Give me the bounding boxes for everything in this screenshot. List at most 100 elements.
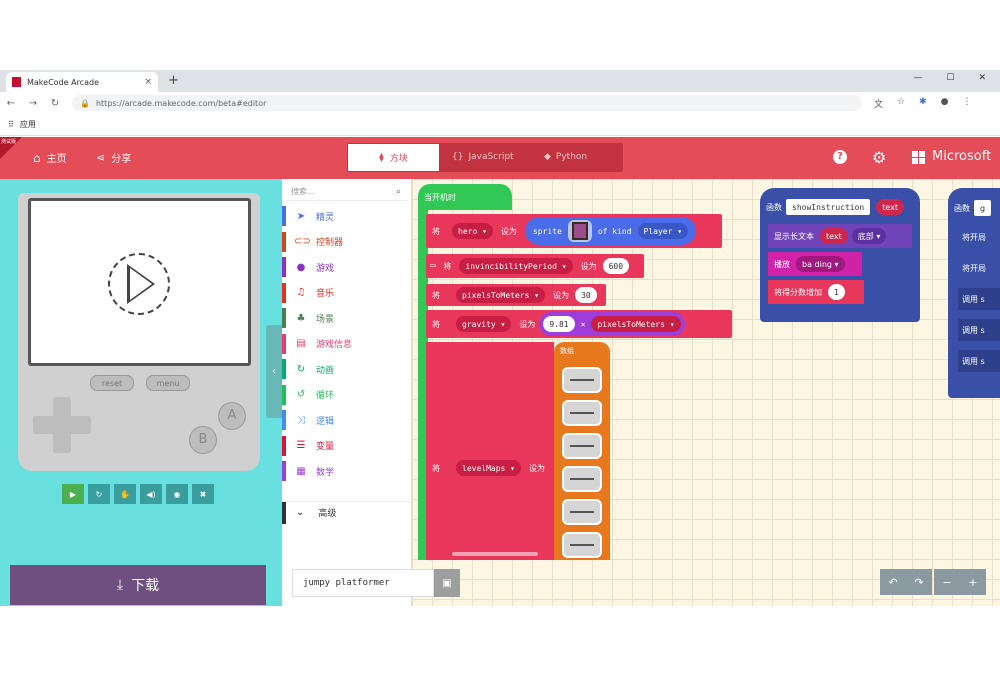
- function-second-line[interactable]: 调用 s: [958, 319, 1000, 341]
- mute-icon[interactable]: ◀): [140, 484, 162, 504]
- a-button[interactable]: A: [218, 402, 246, 430]
- play-icon[interactable]: ▶: [62, 484, 84, 504]
- multiply-block[interactable]: 9.81 × pixelsToMeters ▾: [539, 312, 685, 336]
- function-second-line[interactable]: 将开局: [958, 257, 1000, 279]
- blocks-mode-tab[interactable]: ⧫ 方块: [348, 144, 439, 171]
- reload-icon[interactable]: ↻: [44, 98, 66, 109]
- help-icon[interactable]: ?: [833, 150, 847, 164]
- toolbox-category-4[interactable]: ♣ 场景: [282, 308, 410, 328]
- show-long-text-block[interactable]: 显示长文本 text 底部 ▾: [768, 224, 912, 248]
- toolbox-category-2[interactable]: ● 游戏: [282, 257, 410, 277]
- toolbox-category-10[interactable]: ▦ 数学: [282, 461, 410, 481]
- on-start-block[interactable]: 当开机时: [418, 184, 512, 210]
- extension-icon[interactable]: ✱: [919, 97, 927, 110]
- python-mode-tab[interactable]: ◆ Python: [544, 152, 587, 162]
- comment-icon[interactable]: ▭: [430, 261, 435, 271]
- set-invincibility-block[interactable]: ▭ 将 invincibilityPeriod ▾ 设为 600: [426, 254, 644, 278]
- kind-dropdown[interactable]: Player ▾: [637, 223, 689, 239]
- tilemap-thumbnail-icon[interactable]: [562, 532, 602, 558]
- new-tab-button[interactable]: +: [168, 73, 179, 88]
- save-icon[interactable]: ▣: [434, 569, 460, 597]
- set-gravity-block[interactable]: 将 gravity ▾ 设为 9.81 × pixelsToMeters ▾: [426, 310, 732, 338]
- set-pixels-block[interactable]: 将 pixelsToMeters ▾ 设为 30: [426, 284, 606, 306]
- zoom-out-icon[interactable]: −: [934, 569, 960, 595]
- tilemap-line: [570, 544, 594, 546]
- score-value[interactable]: 1: [828, 284, 846, 300]
- dpad-vertical[interactable]: [53, 397, 71, 453]
- close-tab-icon[interactable]: ×: [144, 77, 152, 87]
- toolbox-category-0[interactable]: ➤ 精灵: [282, 206, 410, 226]
- toolbox-category-9[interactable]: ☰ 变量: [282, 435, 410, 456]
- restart-icon[interactable]: ↻: [88, 484, 110, 504]
- function-name-field[interactable]: showInstruction: [786, 199, 871, 215]
- tilemap-thumbnail-icon[interactable]: [562, 499, 602, 525]
- browser-tab[interactable]: MakeCode Arcade ×: [6, 72, 158, 92]
- minimize-icon[interactable]: —: [913, 73, 922, 83]
- set-hero-block[interactable]: 将 hero ▾ 设为 sprite of kind Player ▾: [426, 214, 722, 248]
- change-score-block[interactable]: 将得分数增加 1: [768, 280, 864, 304]
- play-sound-block[interactable]: 播放 ba ding ▾: [768, 252, 862, 276]
- tilemap-thumbnail-icon[interactable]: [562, 400, 602, 426]
- back-icon[interactable]: ←: [0, 98, 22, 109]
- function-second-line[interactable]: 将开局: [958, 226, 1000, 248]
- search-icon[interactable]: ⌕: [396, 187, 401, 197]
- invincibility-value[interactable]: 600: [602, 258, 630, 274]
- collapse-simulator-chevron-icon[interactable]: ‹: [266, 325, 282, 418]
- sound-dropdown[interactable]: ba ding ▾: [796, 256, 845, 272]
- menu-button[interactable]: menu: [146, 375, 190, 391]
- invincibility-variable-dropdown[interactable]: invincibilityPeriod ▾: [459, 258, 573, 274]
- function-second-line[interactable]: 调用 s: [958, 288, 1000, 310]
- tilemap-thumbnail-icon[interactable]: [562, 433, 602, 459]
- workspace-scrollbar[interactable]: [452, 552, 538, 556]
- position-dropdown[interactable]: 底部 ▾: [851, 228, 887, 244]
- gravity-value[interactable]: 9.81: [543, 316, 575, 332]
- translate-icon[interactable]: 文: [874, 97, 883, 110]
- maximize-icon[interactable]: ☐: [946, 73, 954, 83]
- hero-sprite-image-icon[interactable]: [567, 220, 592, 242]
- close-window-icon[interactable]: ✕: [978, 73, 986, 83]
- set-levelmaps-block[interactable]: [426, 342, 554, 560]
- screenshot-icon[interactable]: ◉: [166, 484, 188, 504]
- toolbox-category-8[interactable]: ⤨ 逻辑: [282, 410, 410, 430]
- toolbox-category-6[interactable]: ↻ 动画: [282, 359, 410, 379]
- function-param[interactable]: text: [876, 199, 905, 215]
- levelmaps-variable-dropdown[interactable]: levelMaps ▾: [456, 460, 521, 476]
- toolbox-category-1[interactable]: ⊂⊃ 控制器: [282, 231, 410, 252]
- javascript-mode-tab[interactable]: {} JavaScript: [452, 152, 514, 162]
- url-field[interactable]: 🔒 https://arcade.makecode.com/beta#edito…: [72, 95, 862, 111]
- fullscreen-icon[interactable]: ✖: [192, 484, 214, 504]
- tilemap-thumbnail-icon[interactable]: [562, 466, 602, 492]
- zoom-in-icon[interactable]: +: [960, 569, 986, 595]
- toolbox-search-input[interactable]: 搜索... ⌕: [285, 183, 409, 201]
- toolbox-category-3[interactable]: ♫ 音乐: [282, 282, 410, 303]
- apps-grid-icon[interactable]: ⠿: [8, 120, 14, 129]
- pixels-value[interactable]: 30: [575, 287, 597, 303]
- hero-variable-dropdown[interactable]: hero ▾: [452, 223, 493, 239]
- bookmark-star-icon[interactable]: ☆: [897, 97, 905, 110]
- project-name-input[interactable]: jumpy platformer: [292, 569, 434, 597]
- toolbox-category-5[interactable]: ▤ 游戏信息: [282, 333, 410, 354]
- b-button[interactable]: B: [189, 426, 217, 454]
- apps-bookmark[interactable]: 应用: [20, 119, 36, 130]
- gear-icon[interactable]: ⚙: [872, 148, 886, 167]
- menu-dots-icon[interactable]: ⋮: [963, 97, 972, 110]
- tilemap-thumbnail-icon[interactable]: [562, 367, 602, 393]
- toolbox-category-7[interactable]: ↺ 循环: [282, 384, 410, 405]
- profile-icon[interactable]: ●: [941, 97, 949, 110]
- pixels-variable-dropdown[interactable]: pixelsToMeters ▾: [456, 287, 546, 303]
- function-second-line[interactable]: 调用 s: [958, 350, 1000, 372]
- share-button[interactable]: ⋖ 分享: [96, 150, 131, 165]
- home-button[interactable]: ⌂ 主页: [33, 150, 67, 166]
- debug-icon[interactable]: ✋: [114, 484, 136, 504]
- reset-button[interactable]: reset: [90, 375, 134, 391]
- function-second-name[interactable]: g: [974, 200, 992, 216]
- redo-icon[interactable]: ↷: [906, 569, 932, 595]
- pixels-ref-dropdown[interactable]: pixelsToMeters ▾: [591, 316, 681, 332]
- sprite-of-kind-block[interactable]: sprite of kind Player ▾: [524, 217, 697, 245]
- text-param-ref[interactable]: text: [820, 228, 848, 244]
- gravity-variable-dropdown[interactable]: gravity ▾: [456, 316, 512, 332]
- toolbox-advanced[interactable]: ⌄ 高级: [282, 501, 410, 524]
- forward-icon[interactable]: →: [22, 98, 44, 109]
- undo-icon[interactable]: ↶: [880, 569, 906, 595]
- download-button[interactable]: ⤓ 下载: [10, 565, 266, 605]
